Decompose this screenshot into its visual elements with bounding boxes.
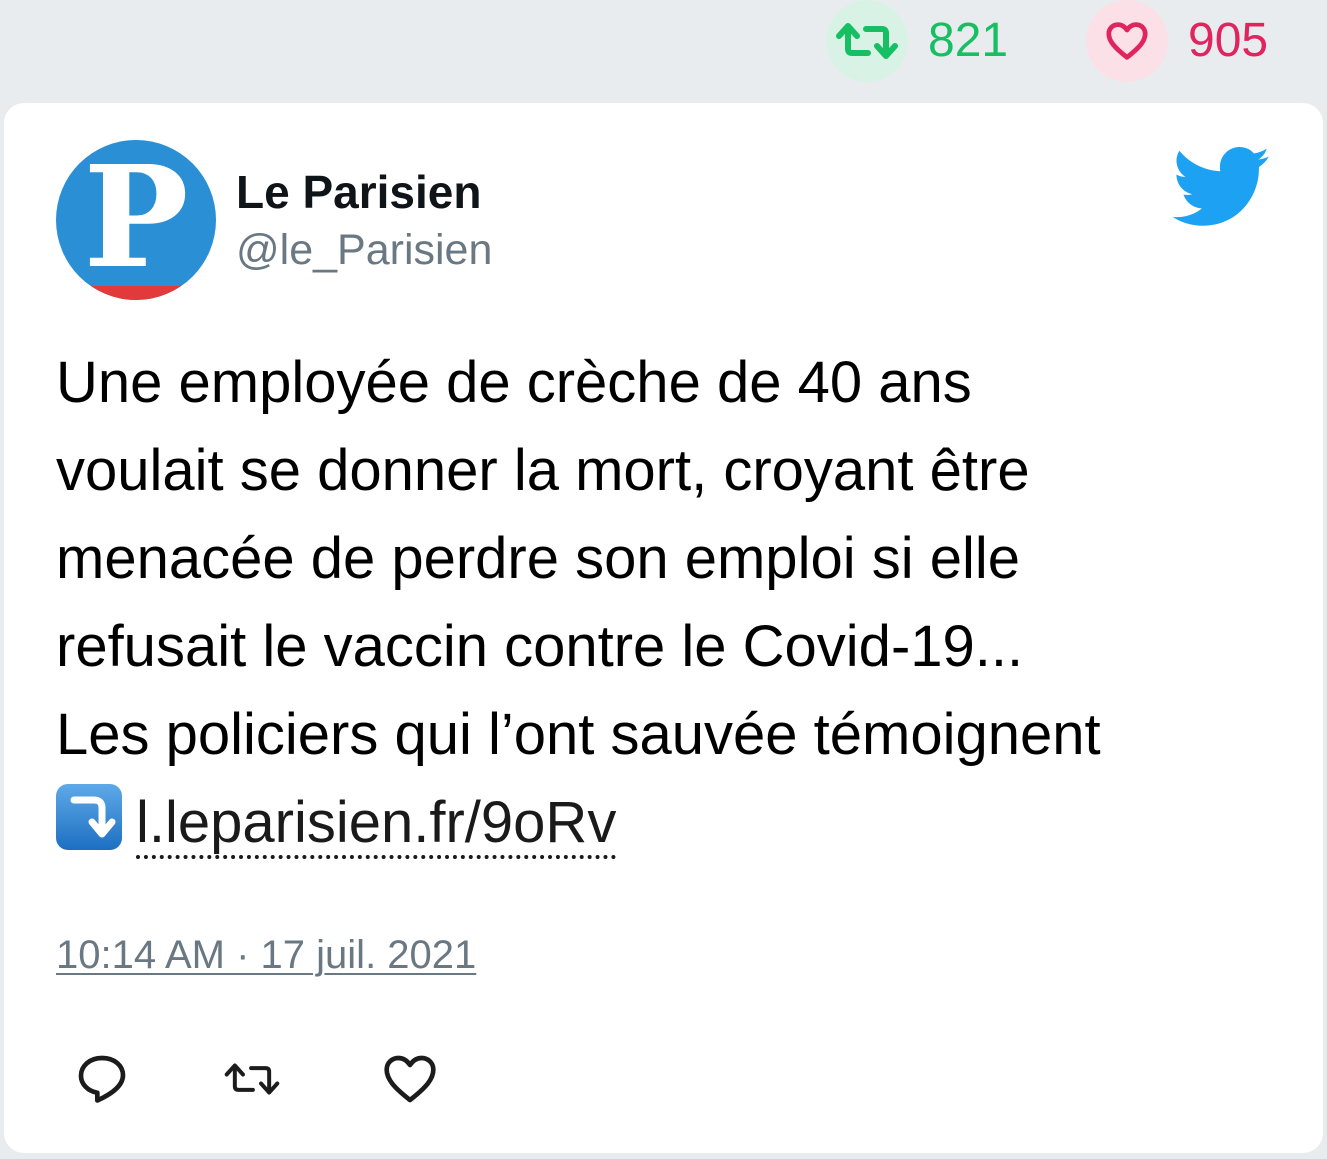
twitter-bird-icon[interactable]	[1172, 147, 1272, 229]
avatar-stripe	[56, 286, 216, 300]
author-name[interactable]: Le Parisien	[236, 167, 481, 218]
retweet-icon[interactable]	[224, 1051, 280, 1107]
tweet-text-line: Les policiers qui l’ont sauvée témoignen…	[56, 702, 1101, 767]
retweet-stat[interactable]: 821	[826, 0, 1008, 82]
tweet-text-line: voulait se donner la mort, croyant être	[56, 438, 1030, 503]
tweet-text-line: menacée de perdre son emploi si elle	[56, 526, 1020, 591]
heart-icon[interactable]	[382, 1051, 438, 1107]
retweet-icon[interactable]	[826, 0, 908, 82]
tweet-link-line: l.leparisien.fr/9oRv	[56, 779, 1286, 867]
author-handle[interactable]: @le_Parisien	[236, 226, 492, 274]
tweet-link[interactable]: l.leparisien.fr/9oRv	[136, 790, 617, 859]
tweet-text-line: Une employée de crèche de 40 ans	[56, 350, 972, 415]
tweet-text: Une employée de crèche de 40 ans voulait…	[56, 339, 1286, 867]
tweet-card[interactable]: P Le Parisien @le_Parisien Une employée …	[4, 103, 1323, 1153]
avatar[interactable]: P	[56, 140, 216, 300]
avatar-logo-letter: P	[83, 140, 189, 300]
stats-bar: 821 905	[0, 0, 1327, 100]
like-stat[interactable]: 905	[1086, 0, 1268, 82]
tweet-timestamp[interactable]: 10:14 AM · 17 juil. 2021	[56, 933, 476, 978]
like-count: 905	[1188, 14, 1269, 67]
tweet-text-line: refusait le vaccin contre le Covid-19...	[56, 614, 1024, 679]
retweet-count: 821	[928, 14, 1009, 67]
reply-icon[interactable]	[74, 1051, 130, 1107]
heart-icon[interactable]	[1086, 0, 1168, 82]
arrow-down-right-emoji	[56, 784, 122, 850]
